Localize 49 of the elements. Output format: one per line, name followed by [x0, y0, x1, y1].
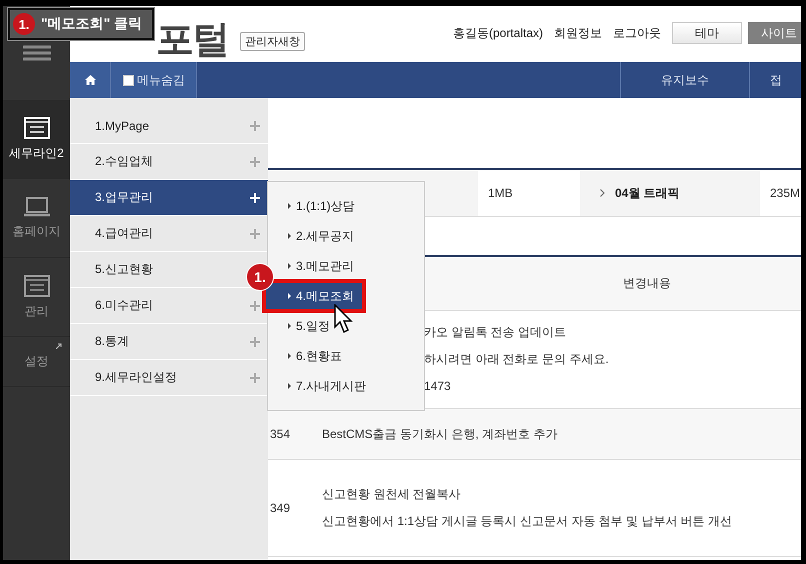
nav-tab[interactable]: 접 [749, 62, 801, 98]
header-link[interactable]: 회원정보 [554, 24, 602, 42]
submenu-item[interactable]: 1.(1:1)상담 [268, 191, 424, 221]
window-icon [24, 116, 50, 138]
menu-item[interactable]: 1.MyPage [70, 108, 268, 144]
change-text: BestCMS출금 동기화시 은행, 계좌번호 추가 [322, 426, 558, 442]
stat-text: 04월 트래픽 [615, 184, 680, 202]
step-number: 1. [13, 13, 35, 35]
cursor-icon [334, 304, 354, 334]
bullet-icon [288, 323, 291, 329]
change-text: 신고현황 원천세 전월복사 [322, 486, 462, 503]
submenu-item[interactable]: 2.세무공지 [268, 221, 424, 251]
bullet-icon [288, 383, 291, 389]
row-number: 354 [270, 427, 290, 441]
stat-value: 235M [769, 185, 801, 202]
change-text: 신고현황에서 1:1상담 게시글 등록시 신고문서 자동 첨부 및 납부서 버튼 개선 [322, 513, 732, 530]
nav-tab[interactable]: 유지보수 [620, 62, 749, 98]
sidebar-item[interactable]: 세무라인2 [3, 100, 70, 179]
callout-text: "메모조회" 클릭 [41, 15, 142, 33]
window-icon [24, 274, 50, 296]
change-text: 1473 [424, 378, 452, 395]
change-text: 카오 알림톡 전송 업데이트 [424, 324, 568, 341]
header-button[interactable]: 사이트 [748, 22, 801, 44]
home-icon [84, 75, 96, 85]
laptop-icon [22, 196, 50, 216]
header-link[interactable]: 로그아웃 [613, 24, 661, 42]
submenu-item[interactable]: 5.일정 [268, 311, 424, 341]
bullet-icon [288, 263, 291, 269]
admin-window-button[interactable]: 관리자새창 [240, 32, 305, 51]
bullet-icon [288, 293, 291, 299]
stat-value: 1MB [487, 185, 514, 202]
arrow-icon [56, 343, 62, 349]
chevron-icon [600, 189, 605, 197]
change-text: 하시려면 아래 전화로 문의 주세요. [424, 351, 609, 368]
header-button[interactable]: 테마 [672, 22, 742, 44]
submenu-item[interactable]: 4.메모조회 [264, 281, 364, 311]
submenu-item[interactable]: 6.현황표 [268, 341, 424, 371]
menu-icon[interactable] [22, 45, 50, 61]
user-name: 홍길동(portaltax) [452, 24, 543, 42]
checkbox[interactable] [123, 74, 134, 86]
logo: 포털 [156, 18, 228, 62]
home-button[interactable] [70, 62, 111, 98]
menu-item[interactable]: 3.업무관리 [70, 180, 268, 216]
bullet-icon [288, 233, 291, 239]
bullet-icon [288, 203, 291, 209]
row-number: 349 [270, 501, 290, 515]
bullet-icon [288, 353, 291, 359]
submenu-item[interactable]: 7.사내게시판 [268, 371, 424, 401]
column-header: 변경내용 [623, 275, 671, 292]
